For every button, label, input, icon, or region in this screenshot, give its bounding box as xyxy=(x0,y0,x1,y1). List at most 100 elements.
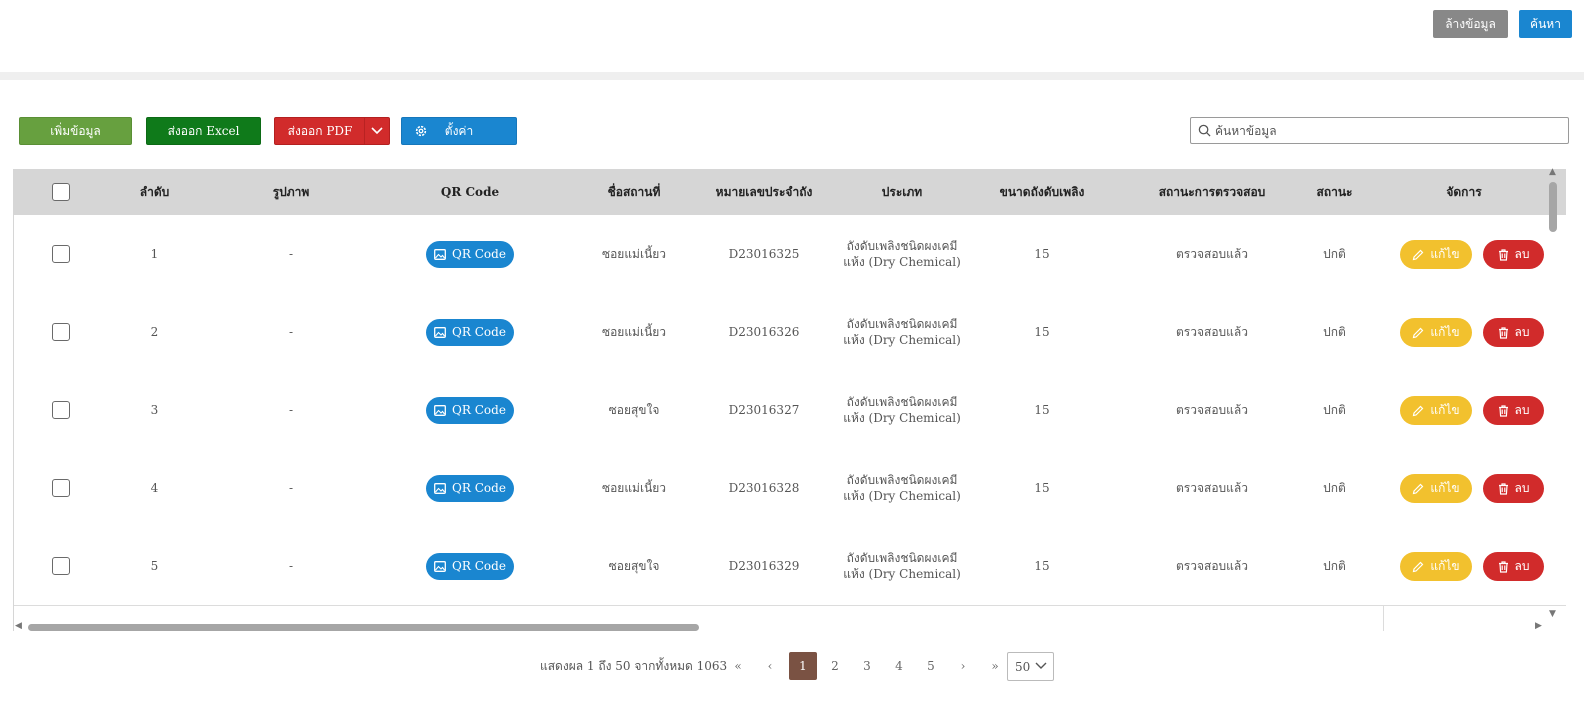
settings-button[interactable]: ตั้งค่า xyxy=(401,117,517,145)
col-header-place[interactable]: ชื่อสถานที่ xyxy=(569,169,699,215)
first-page-button[interactable]: « xyxy=(724,652,752,680)
pencil-icon xyxy=(1413,249,1424,260)
cell-status: ปกติ xyxy=(1323,480,1346,495)
last-page-button[interactable]: » xyxy=(981,652,1009,680)
pagination-summary: แสดงผล 1 ถึง 50 จากทั้งหมด 1063 xyxy=(540,659,728,673)
search-field[interactable] xyxy=(1190,117,1569,144)
trash-icon xyxy=(1498,404,1508,417)
horizontal-scroll-thumb[interactable] xyxy=(28,624,699,631)
cell-type: ถังดับเพลิงชนิดผงเคมีแห้ง (Dry Chemical) xyxy=(843,239,961,269)
col-header-status[interactable]: สถานะ xyxy=(1297,169,1372,215)
table-row: 1 - QR Code ซอยแม่เนี้ยว D23016325 ถังดั… xyxy=(14,215,1566,294)
table-header: ลำดับ รูปภาพ QR Code ชื่อสถานที่ หมายเลข… xyxy=(14,169,1566,215)
section-divider xyxy=(0,72,1584,80)
qr-code-button[interactable]: QR Code xyxy=(426,240,514,268)
delete-button[interactable]: ลบ xyxy=(1483,552,1544,581)
next-page-button[interactable]: › xyxy=(949,652,977,680)
row-checkbox[interactable] xyxy=(51,323,70,341)
table-row: 2 - QR Code ซอยแม่เนี้ยว D23016326 ถังดั… xyxy=(14,293,1566,372)
cell-image: - xyxy=(288,403,294,417)
row-checkbox[interactable] xyxy=(51,245,70,263)
search-icon xyxy=(1198,124,1211,137)
col-header-inspection[interactable]: สถานะการตรวจสอบ xyxy=(1132,169,1292,215)
image-icon xyxy=(434,248,446,260)
add-data-button[interactable]: เพิ่มข้อมูล xyxy=(19,117,132,145)
cell-status: ปกติ xyxy=(1323,246,1346,261)
edit-label: แก้ไข xyxy=(1430,325,1460,339)
col-header-no[interactable]: ลำดับ xyxy=(97,169,212,215)
cell-size: 15 xyxy=(1034,247,1050,261)
row-checkbox[interactable] xyxy=(51,557,70,575)
cell-place: ซอยแม่เนี้ยว xyxy=(601,324,667,339)
col-header-serial[interactable]: หมายเลขประจำถัง xyxy=(699,169,829,215)
export-pdf-label: ส่งออก PDF xyxy=(287,123,353,138)
qr-code-button[interactable]: QR Code xyxy=(426,396,514,424)
cell-inspection: ตรวจสอบแล้ว xyxy=(1176,246,1248,261)
cell-inspection: ตรวจสอบแล้ว xyxy=(1176,324,1248,339)
scroll-up-icon[interactable]: ▲ xyxy=(1549,167,1556,177)
edit-button[interactable]: แก้ไข xyxy=(1400,240,1472,269)
page-button-3[interactable]: 3 xyxy=(853,652,881,680)
scroll-right-icon[interactable]: ▶ xyxy=(1535,621,1542,631)
page-button-5[interactable]: 5 xyxy=(917,652,945,680)
pencil-icon xyxy=(1413,561,1424,572)
delete-button[interactable]: ลบ xyxy=(1483,396,1544,425)
cell-no: 5 xyxy=(150,559,159,573)
horizontal-scrollbar[interactable]: ◀ ▶ xyxy=(13,620,1546,634)
cell-qr: QR Code xyxy=(400,449,540,527)
cell-type: ถังดับเพลิงชนิดผงเคมีแห้ง (Dry Chemical) xyxy=(843,551,961,581)
col-header-size[interactable]: ขนาดถังดับเพลิง xyxy=(976,169,1108,215)
page-button-4[interactable]: 4 xyxy=(885,652,913,680)
gear-icon xyxy=(414,124,428,141)
vertical-scrollbar[interactable]: ▲ ▼ xyxy=(1546,167,1560,631)
search-button[interactable]: ค้นหา xyxy=(1519,10,1572,38)
cell-place: ซอยแม่เนี้ยว xyxy=(601,246,667,261)
prev-page-button[interactable]: ‹ xyxy=(756,652,784,680)
cell-serial: D23016329 xyxy=(728,559,800,573)
scroll-down-icon[interactable]: ▼ xyxy=(1549,609,1556,619)
scroll-left-icon[interactable]: ◀ xyxy=(15,621,22,631)
cell-no: 2 xyxy=(150,325,159,339)
cell-inspection: ตรวจสอบแล้ว xyxy=(1176,480,1248,495)
cell-place: ซอยสุขใจ xyxy=(608,402,660,417)
search-input[interactable] xyxy=(1215,121,1555,140)
delete-button[interactable]: ลบ xyxy=(1483,240,1544,269)
col-header-qr[interactable]: QR Code xyxy=(400,169,540,215)
col-header-type[interactable]: ประเภท xyxy=(832,169,972,215)
edit-button[interactable]: แก้ไข xyxy=(1400,318,1472,347)
row-checkbox-cell xyxy=(47,215,74,293)
cell-size: 15 xyxy=(1034,481,1050,495)
export-pdf-button[interactable]: ส่งออก PDF xyxy=(274,117,390,145)
data-table: ลำดับ รูปภาพ QR Code ชื่อสถานที่ หมายเลข… xyxy=(13,169,1566,631)
cell-type: ถังดับเพลิงชนิดผงเคมีแห้ง (Dry Chemical) xyxy=(843,317,961,347)
chevron-down-icon[interactable] xyxy=(364,118,389,144)
row-checkbox-cell xyxy=(47,527,74,605)
page-size-select[interactable]: 50 xyxy=(1007,652,1054,681)
cell-place: ซอยสุขใจ xyxy=(608,558,660,573)
delete-button[interactable]: ลบ xyxy=(1483,474,1544,503)
export-excel-button[interactable]: ส่งออก Excel xyxy=(146,117,261,145)
cell-no: 1 xyxy=(150,247,159,261)
qr-code-label: QR Code xyxy=(452,247,506,261)
image-icon xyxy=(434,482,446,494)
page-button-1[interactable]: 1 xyxy=(789,652,817,680)
vertical-scroll-thumb[interactable] xyxy=(1549,182,1557,232)
qr-code-button[interactable]: QR Code xyxy=(426,474,514,502)
qr-code-button[interactable]: QR Code xyxy=(426,318,514,346)
delete-button[interactable]: ลบ xyxy=(1483,318,1544,347)
col-header-image[interactable]: รูปภาพ xyxy=(212,169,370,215)
page-button-2[interactable]: 2 xyxy=(821,652,849,680)
cell-size: 15 xyxy=(1034,325,1050,339)
select-all-checkbox[interactable] xyxy=(51,183,70,201)
row-checkbox[interactable] xyxy=(51,479,70,497)
edit-button[interactable]: แก้ไข xyxy=(1400,474,1472,503)
cell-no: 3 xyxy=(150,403,159,417)
clear-button[interactable]: ล้างข้อมูล xyxy=(1433,10,1508,38)
qr-code-button[interactable]: QR Code xyxy=(426,552,514,580)
row-checkbox[interactable] xyxy=(51,401,70,419)
edit-label: แก้ไข xyxy=(1430,247,1460,261)
edit-button[interactable]: แก้ไข xyxy=(1400,552,1472,581)
edit-button[interactable]: แก้ไข xyxy=(1400,396,1472,425)
cell-image: - xyxy=(288,325,294,339)
edit-label: แก้ไข xyxy=(1430,559,1460,573)
